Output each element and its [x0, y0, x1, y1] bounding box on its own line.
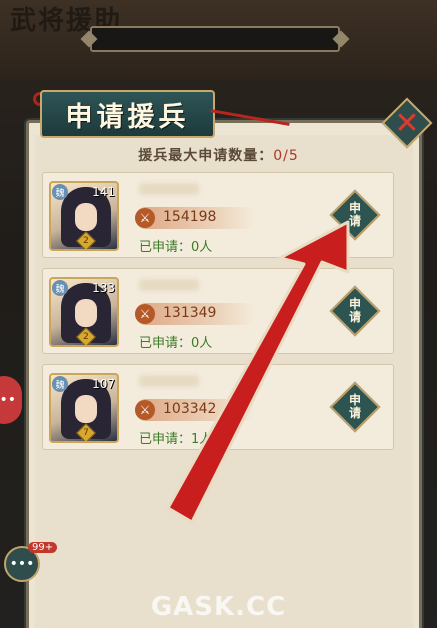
watermark: GASK.CC [150, 592, 287, 622]
arrow-shape [166, 220, 350, 524]
annotation-arrow [166, 220, 350, 524]
